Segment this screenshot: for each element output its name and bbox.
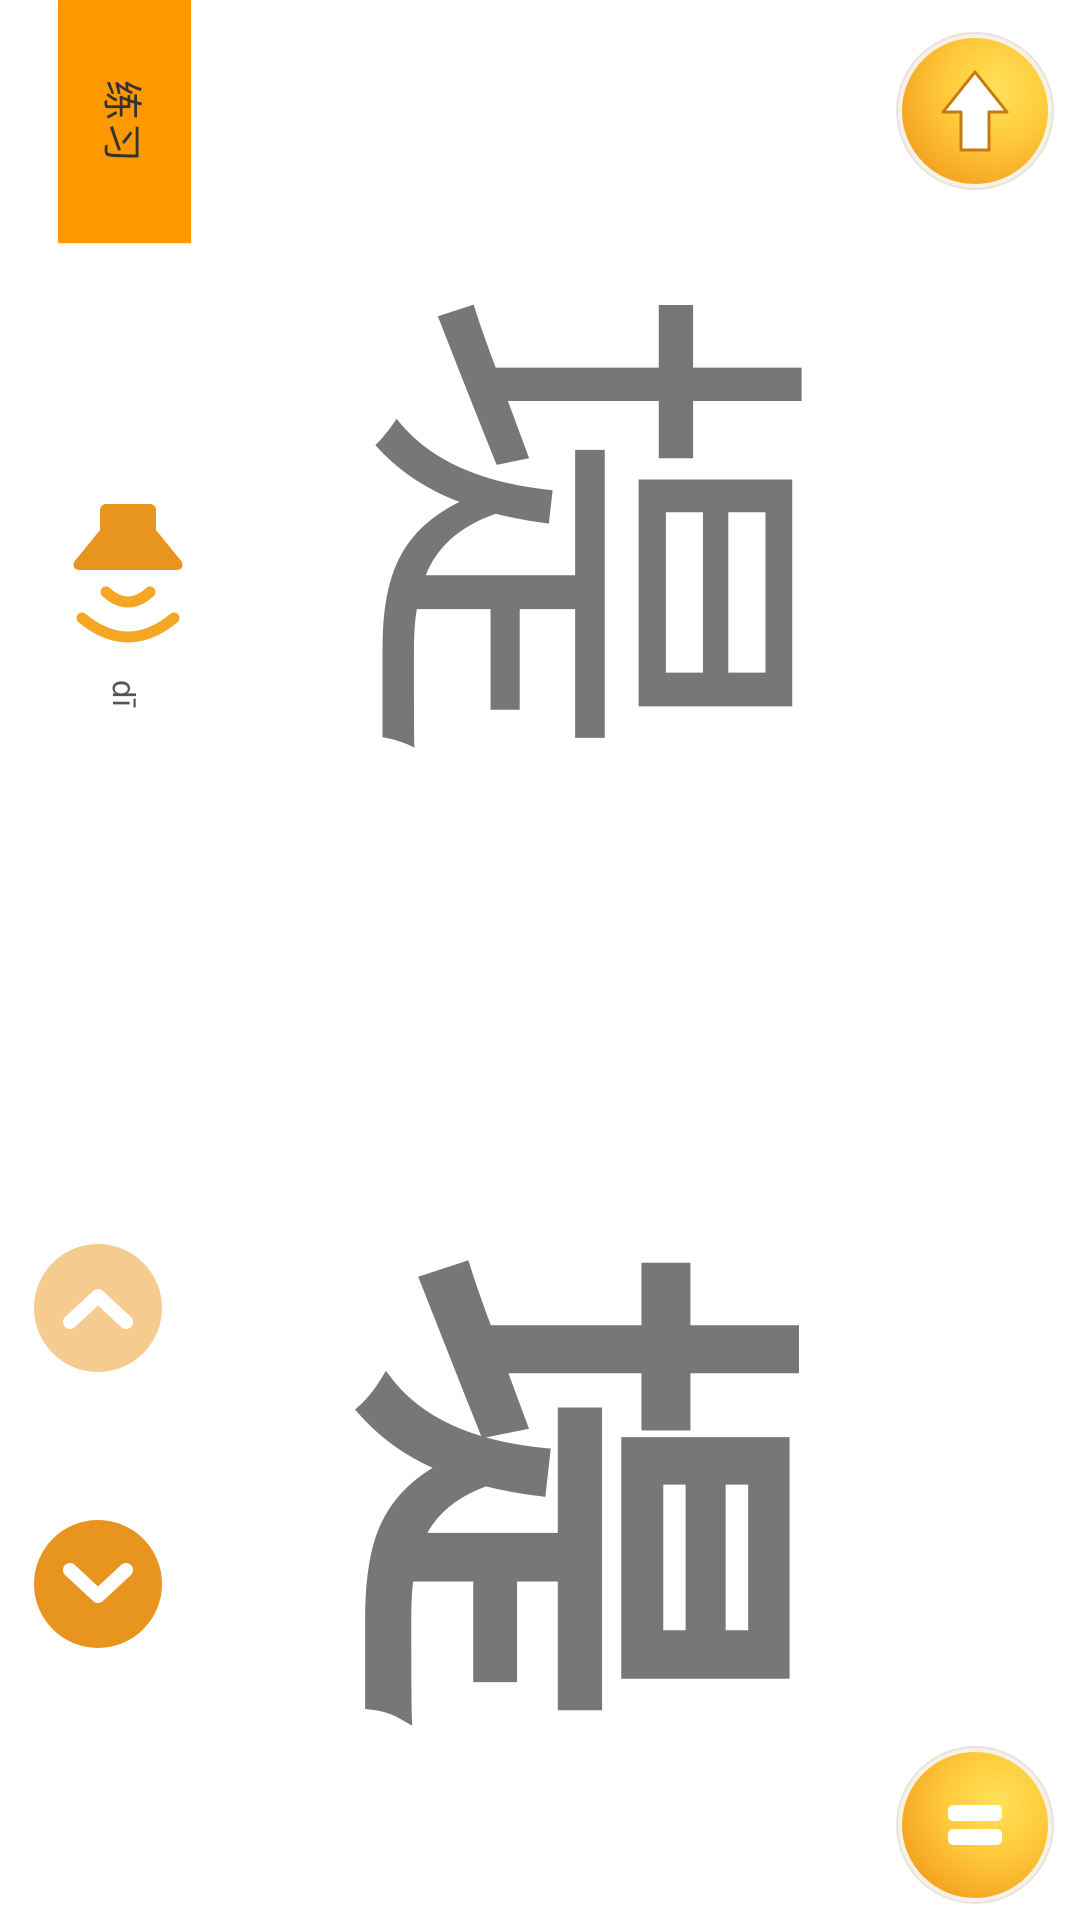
character-block: 堤 <box>292 1240 839 1740</box>
next-button[interactable] <box>34 1520 162 1648</box>
speaker-icon <box>68 500 188 650</box>
arrow-up-icon <box>935 66 1015 156</box>
character-calligraphy: 堤 <box>302 255 849 795</box>
pinyin-label: dī <box>98 668 148 718</box>
pinyin-text: dī <box>105 679 141 707</box>
character-block-glyph: 堤 <box>292 1255 839 1725</box>
chevron-up-icon <box>58 1278 138 1338</box>
upload-button[interactable] <box>902 38 1048 184</box>
chevron-down-icon <box>58 1554 138 1614</box>
play-audio-button[interactable] <box>68 500 188 650</box>
previous-button[interactable] <box>34 1244 162 1372</box>
character-calligraphy-glyph: 堤 <box>302 290 849 760</box>
practice-tab[interactable]: 练习 <box>58 0 191 243</box>
practice-tab-label: 练习 <box>97 79 144 164</box>
menu-icon <box>940 1795 1010 1855</box>
menu-button[interactable] <box>902 1752 1048 1898</box>
app-screen: 练习 dī 堤 堤 <box>0 0 1080 1920</box>
